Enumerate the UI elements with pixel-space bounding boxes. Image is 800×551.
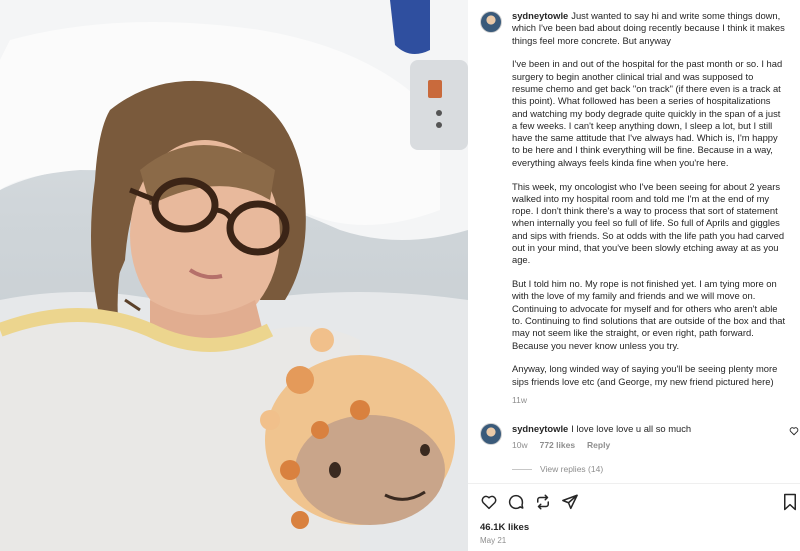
comment-meta: 10w 772 likes Reply — [512, 440, 610, 450]
like-count[interactable]: 46.1K likes — [480, 522, 529, 533]
caption-paragraph-4: But I told him no. My rope is not finish… — [512, 278, 786, 351]
bookmark-icon[interactable] — [782, 493, 798, 511]
comment-icon[interactable] — [507, 493, 525, 511]
comment-likes[interactable]: 772 likes — [540, 440, 575, 450]
action-bar — [480, 493, 579, 511]
view-replies-label: View replies (14) — [540, 464, 604, 474]
view-replies-button[interactable]: View replies (14) — [512, 464, 603, 474]
comment-body: I love love love u all so much — [571, 423, 692, 434]
caption: sydneytowle Just wanted to say hi and wri… — [480, 10, 792, 388]
divider — [468, 483, 800, 484]
comment-time: 10w — [512, 440, 528, 450]
divider-line — [512, 468, 532, 470]
send-icon[interactable] — [561, 493, 579, 511]
comment-reply-button[interactable]: Reply — [587, 440, 610, 450]
caption-paragraph-3: This week, my oncologist who I've been s… — [512, 180, 785, 266]
post-panel: sydneytowle Just wanted to say hi and wri… — [468, 0, 800, 551]
comment-like-heart-icon[interactable] — [789, 426, 799, 436]
comment-avatar[interactable] — [480, 423, 502, 445]
post-time[interactable]: 11w — [512, 395, 527, 405]
caption-paragraph-5: Anyway, long winded way of saying you'll… — [512, 363, 778, 387]
post-photo[interactable] — [0, 0, 468, 551]
caption-username[interactable]: sydneytowle — [512, 10, 568, 21]
avatar[interactable] — [480, 11, 502, 33]
comment-username[interactable]: sydneytowle — [512, 423, 568, 434]
heart-icon[interactable] — [480, 493, 498, 511]
post-date: May 21 — [480, 536, 507, 545]
share-icon[interactable] — [534, 493, 552, 511]
caption-paragraph-2: I've been in and out of the hospital for… — [512, 58, 783, 168]
photo-illustration — [0, 0, 468, 551]
caption-text: sydneytowle Just wanted to say hi and wri… — [512, 10, 786, 388]
